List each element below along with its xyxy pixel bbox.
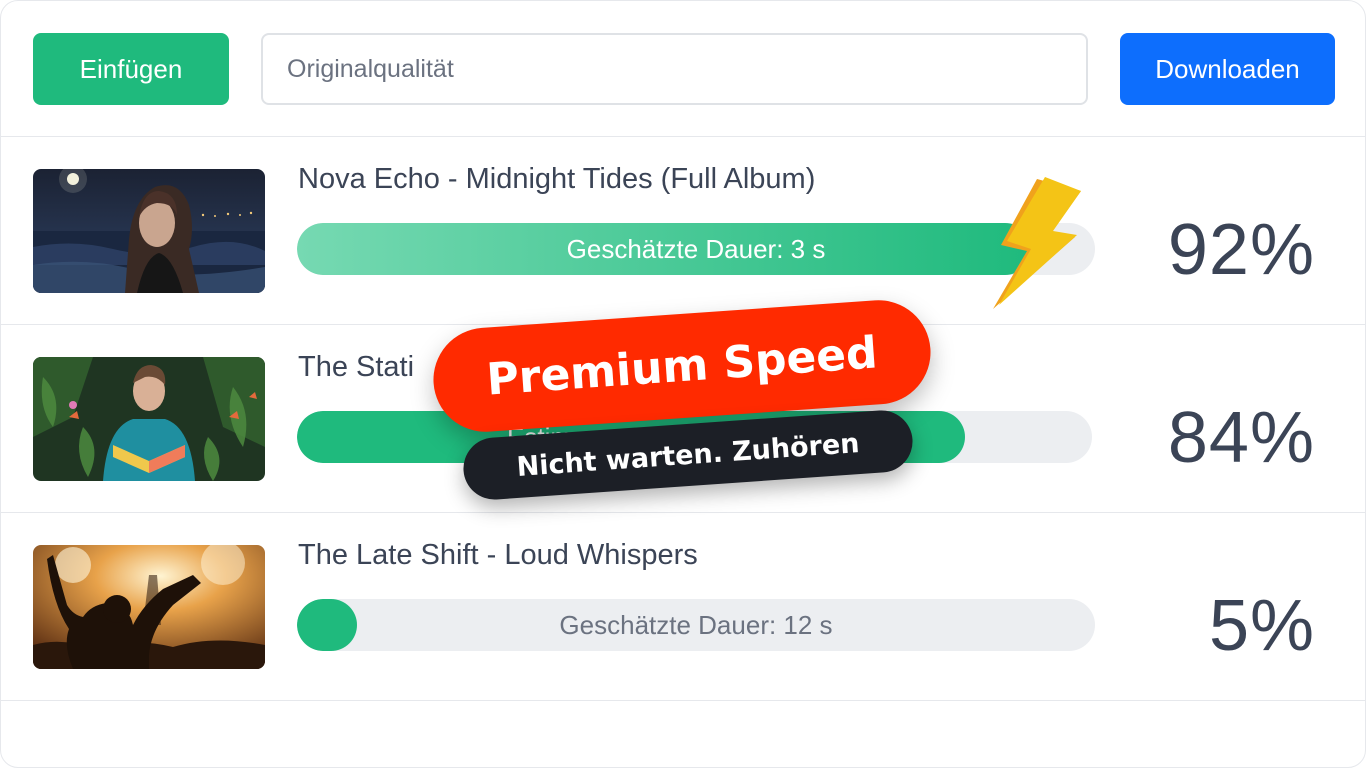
download-item: The Stati Estim 84% bbox=[1, 325, 1365, 513]
progress-bar: Geschätzte Dauer: 3 s bbox=[297, 223, 1095, 275]
thumbnail-man-jungle bbox=[33, 357, 265, 481]
downloader-window: Einfügen Originalqualität Downloaden Nov… bbox=[0, 0, 1366, 768]
toolbar: Einfügen Originalqualität Downloaden bbox=[1, 1, 1365, 137]
download-title: Nova Echo - Midnight Tides (Full Album) bbox=[298, 163, 816, 195]
progress-percent: 92% bbox=[1167, 210, 1315, 290]
progress-percent: 84% bbox=[1167, 398, 1315, 478]
download-title: The Late Shift - Loud Whispers bbox=[298, 539, 698, 571]
progress-percent: 5% bbox=[1208, 586, 1315, 666]
quality-select[interactable]: Originalqualität bbox=[261, 33, 1088, 105]
paste-button[interactable]: Einfügen bbox=[33, 33, 229, 105]
download-item: The Late Shift - Loud Whispers Geschätzt… bbox=[1, 513, 1365, 701]
download-button[interactable]: Downloaden bbox=[1120, 33, 1335, 105]
estimated-time-label: Geschätzte Dauer: 12 s bbox=[559, 609, 833, 640]
thumbnail-concert-crowd bbox=[33, 545, 265, 669]
quality-select-value: Originalqualität bbox=[287, 54, 454, 83]
download-item: Nova Echo - Midnight Tides (Full Album) … bbox=[1, 137, 1365, 325]
estimated-time-label: Estim bbox=[507, 421, 572, 452]
thumbnail-woman-night-sea bbox=[33, 169, 265, 293]
progress-bar: Estim bbox=[297, 411, 1092, 463]
download-title: The Stati bbox=[298, 351, 415, 383]
estimated-time-label: Geschätzte Dauer: 3 s bbox=[566, 233, 826, 264]
progress-bar: Geschätzte Dauer: 12 s bbox=[297, 599, 1095, 651]
